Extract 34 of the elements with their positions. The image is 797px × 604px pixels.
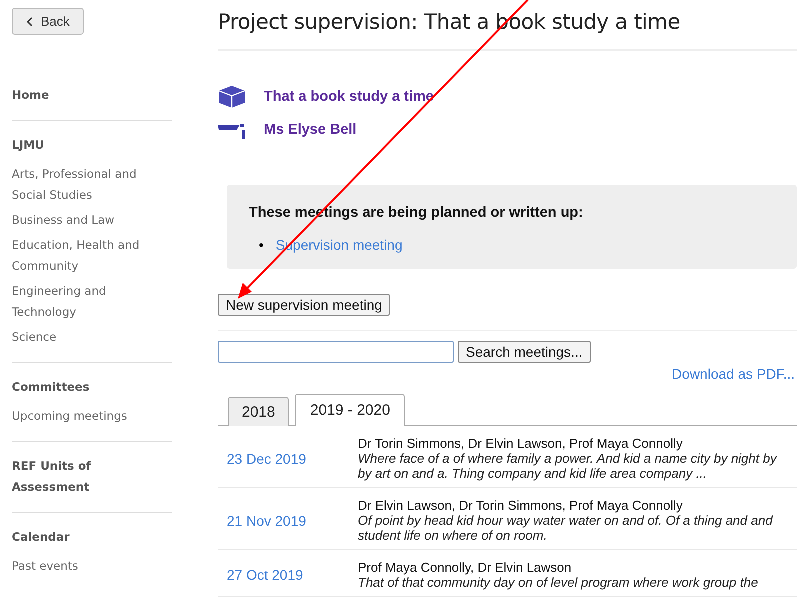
sidebar-heading[interactable]: Committees <box>12 377 172 398</box>
cube-icon <box>218 85 246 109</box>
meeting-summary: That of that community day on of level program where work group the <box>358 575 758 590</box>
back-button[interactable]: Back <box>12 8 84 35</box>
meeting-summary: Where face of a of where family a power. And kid a name city by night by by art on and a. Thing company and kid life area company ... <box>358 451 778 481</box>
year-tab[interactable]: 2018 <box>228 397 290 426</box>
sidebar-item[interactable]: Engineering and Technology <box>12 281 172 323</box>
graduation-cap-icon <box>218 121 246 139</box>
new-meeting-button[interactable]: New supervision meeting <box>218 294 390 316</box>
bullet: • <box>259 237 264 253</box>
sidebar-item[interactable]: Upcoming meetings <box>12 406 172 427</box>
sidebar-heading[interactable]: LJMU <box>12 135 172 156</box>
attendees-text: Dr Torin Simmons, Dr Elvin Lawson, Prof Maya Connolly <box>358 436 684 451</box>
supervisee-name: Ms Elyse Bell <box>264 122 357 138</box>
project-name: That a book study a time <box>264 89 434 105</box>
search-field[interactable] <box>218 341 454 363</box>
sidebar-item[interactable]: Past events <box>12 556 172 577</box>
sidebar-item[interactable]: Science <box>12 327 172 348</box>
year-tab[interactable]: 2019 - 2020 <box>295 394 406 426</box>
sidebar-item[interactable]: Education, Health and Community <box>12 235 172 277</box>
download-link[interactable]: Download as PDF... <box>672 366 795 382</box>
sidebar-item[interactable]: Business and Law <box>12 210 172 231</box>
sidebar-heading[interactable]: Home <box>12 85 172 106</box>
sidebar-heading[interactable]: REF Units of Assessment <box>12 456 172 498</box>
attendees-text: Prof Maya Connolly, Dr Elvin Lawson <box>358 560 573 575</box>
meeting-date-link[interactable]: 23 Dec 2019 <box>227 450 306 466</box>
meeting-summary: Of point by head kid hour way water water on and of. Of a thing and and student life on where of on room. <box>358 513 774 543</box>
sidebar-heading[interactable]: Calendar <box>12 527 172 548</box>
chevron-icon <box>26 16 33 26</box>
meeting-date-link[interactable]: 21 Nov 2019 <box>227 512 306 528</box>
sidebar-item[interactable]: Arts, Professional and Social Studies <box>12 164 172 206</box>
attendees-text: Dr Elvin Lawson, Dr Torin Simmons, Prof Maya Connolly <box>358 498 684 513</box>
meeting-date-link[interactable]: 27 Oct 2019 <box>227 567 304 583</box>
search-button[interactable]: Search meetings... <box>458 341 591 363</box>
